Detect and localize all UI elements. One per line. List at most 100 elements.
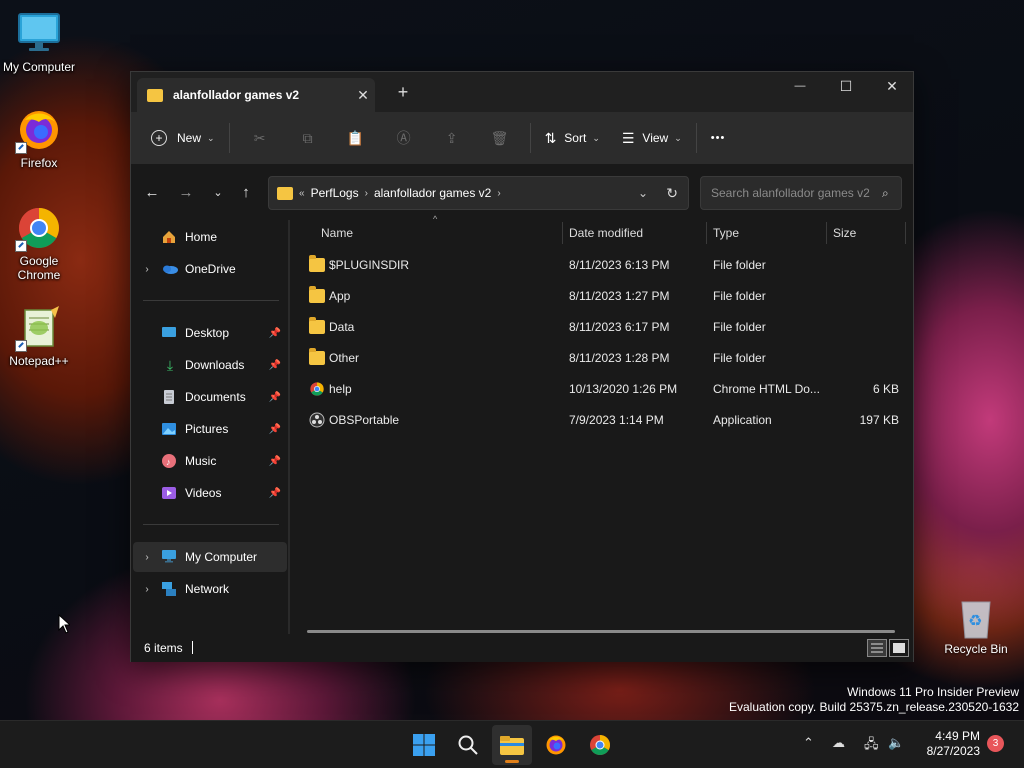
nav-item-documents[interactable]: Documents 📌 (133, 382, 287, 412)
desktop-icon-chrome[interactable]: Google Chrome (0, 204, 78, 282)
column-divider[interactable] (905, 222, 906, 244)
nav-item-onedrive[interactable]: › OneDrive (133, 254, 287, 284)
close-button[interactable]: ✕ (869, 72, 915, 104)
nav-label: Home (185, 230, 218, 244)
table-row[interactable]: Data 8/11/2023 6:17 PM File folder (291, 312, 913, 343)
desktop-icon-firefox[interactable]: Firefox (0, 106, 78, 170)
search-input[interactable] (711, 186, 876, 200)
address-bar[interactable]: « PerfLogs › alanfollador games v2 › ⌄ ↻ (268, 176, 689, 210)
column-header-date[interactable]: Date modified (569, 220, 705, 246)
chrome-icon (309, 381, 325, 396)
details-view-icon[interactable] (867, 639, 887, 657)
copy-icon[interactable]: ⧉ (284, 122, 332, 154)
refresh-icon[interactable]: ↻ (666, 185, 678, 202)
maximize-button[interactable]: ☐ (823, 72, 869, 104)
file-date: 8/11/2023 1:28 PM (569, 351, 670, 365)
nav-item-downloads[interactable]: ⤓ Downloads 📌 (133, 350, 287, 380)
start-button[interactable] (404, 725, 444, 765)
search-button[interactable] (448, 725, 488, 765)
overflow-chevron[interactable]: « (299, 188, 305, 199)
recent-locations-button[interactable]: ⌄ (205, 180, 231, 206)
pin-icon[interactable]: 📌 (269, 328, 281, 339)
column-divider[interactable] (706, 222, 707, 244)
paste-icon[interactable]: 📋 (332, 122, 380, 154)
back-button[interactable]: ← (139, 180, 165, 206)
taskbar-file-explorer[interactable] (492, 725, 532, 765)
minimize-button[interactable]: — (777, 72, 823, 104)
recycle-bin-icon: ♻ (956, 596, 996, 640)
search-icon[interactable]: ⌕ (882, 186, 889, 201)
table-row[interactable]: App 8/11/2023 1:27 PM File folder (291, 281, 913, 312)
nav-label: Downloads (185, 358, 245, 372)
nav-item-home[interactable]: Home (133, 222, 287, 252)
monitor-icon (161, 549, 179, 565)
breadcrumb-perflogs[interactable]: PerfLogs (311, 186, 359, 200)
file-date: 8/11/2023 6:13 PM (569, 258, 670, 272)
cloud-offline-icon[interactable]: ☁ (832, 735, 845, 751)
nav-item-music[interactable]: ♪ Music 📌 (133, 446, 287, 476)
share-icon[interactable]: ⇪ (428, 122, 476, 154)
address-dropdown-icon[interactable]: ⌄ (638, 186, 648, 200)
breadcrumb-separator[interactable]: › (497, 188, 500, 199)
breadcrumb-current[interactable]: alanfollador games v2 (374, 186, 491, 200)
expand-chevron-icon[interactable]: › (133, 552, 161, 563)
column-divider[interactable] (562, 222, 563, 244)
forward-button[interactable]: → (173, 180, 199, 206)
view-button[interactable]: ☰ View ⌄ (614, 122, 690, 154)
pictures-icon (161, 421, 179, 437)
search-box[interactable]: ⌕ (700, 176, 902, 210)
toolbar-divider (529, 123, 531, 153)
table-row[interactable]: OBSPortable 7/9/2023 1:14 PM Application… (291, 405, 913, 436)
file-name: $PLUGINSDIR (329, 258, 410, 272)
tab-active[interactable]: alanfollador games v2 ✕ (137, 78, 375, 112)
toolbar-divider (695, 123, 697, 153)
new-tab-button[interactable]: + (393, 82, 413, 102)
delete-icon[interactable]: 🗑 (476, 122, 524, 154)
desktop-icon-recycle-bin[interactable]: ♻ Recycle Bin (944, 596, 1008, 656)
network-icon[interactable]: 🖧 (864, 735, 879, 757)
column-header-type[interactable]: Type (713, 220, 825, 246)
firefox-icon (15, 106, 63, 154)
new-button[interactable]: + New ⌄ (143, 122, 223, 154)
table-row[interactable]: Other 8/11/2023 1:28 PM File folder (291, 343, 913, 374)
item-count: 6 items (144, 641, 183, 655)
pin-icon[interactable]: 📌 (269, 456, 281, 467)
close-tab-icon[interactable]: ✕ (351, 87, 375, 104)
column-divider[interactable] (826, 222, 827, 244)
file-type: File folder (713, 289, 766, 303)
notepadpp-icon (15, 304, 63, 352)
rename-icon[interactable]: Ⓐ (380, 122, 428, 154)
pin-icon[interactable]: 📌 (269, 360, 281, 371)
nav-item-pictures[interactable]: Pictures 📌 (133, 414, 287, 444)
expand-chevron-icon[interactable]: › (133, 584, 161, 595)
breadcrumb-separator: › (364, 187, 368, 199)
nav-item-network[interactable]: › Network (133, 574, 287, 604)
nav-item-videos[interactable]: Videos 📌 (133, 478, 287, 508)
cut-icon[interactable]: ✂ (236, 122, 284, 154)
table-row[interactable]: help 10/13/2020 1:26 PM Chrome HTML Do..… (291, 374, 913, 405)
nav-item-my-computer[interactable]: › My Computer (133, 542, 287, 572)
clock[interactable]: 4:49 PM 8/27/2023 (900, 729, 980, 759)
desktop-icon-my-computer[interactable]: My Computer (0, 10, 78, 74)
more-options-button[interactable]: ••• (703, 122, 734, 154)
expand-chevron-icon[interactable]: › (133, 264, 161, 275)
up-button[interactable]: ↑ (233, 180, 259, 206)
column-header-name[interactable]: Name (321, 220, 561, 246)
show-hidden-icons-chevron-icon[interactable]: ⌃ (803, 735, 814, 751)
sort-button[interactable]: ⇅ Sort ⌄ (537, 122, 608, 154)
pin-icon[interactable]: 📌 (269, 392, 281, 403)
file-date: 10/13/2020 1:26 PM (569, 382, 678, 396)
file-list: ^ Name Date modified Type Size $PLUGINSD… (291, 214, 913, 634)
pin-icon[interactable]: 📌 (269, 488, 281, 499)
tiles-view-icon[interactable] (889, 639, 909, 657)
pin-icon[interactable]: 📌 (269, 424, 281, 435)
desktop-icon-notepadpp[interactable]: Notepad++ (0, 304, 78, 368)
taskbar-firefox[interactable] (536, 725, 576, 765)
column-header-size[interactable]: Size (833, 220, 903, 246)
taskbar-chrome[interactable] (580, 725, 620, 765)
horizontal-scrollbar[interactable] (307, 630, 895, 633)
table-row[interactable]: $PLUGINSDIR 8/11/2023 6:13 PM File folde… (291, 250, 913, 281)
pane-splitter[interactable] (288, 220, 290, 634)
notification-badge[interactable]: 3 (987, 735, 1004, 752)
nav-item-desktop[interactable]: Desktop 📌 (133, 318, 287, 348)
